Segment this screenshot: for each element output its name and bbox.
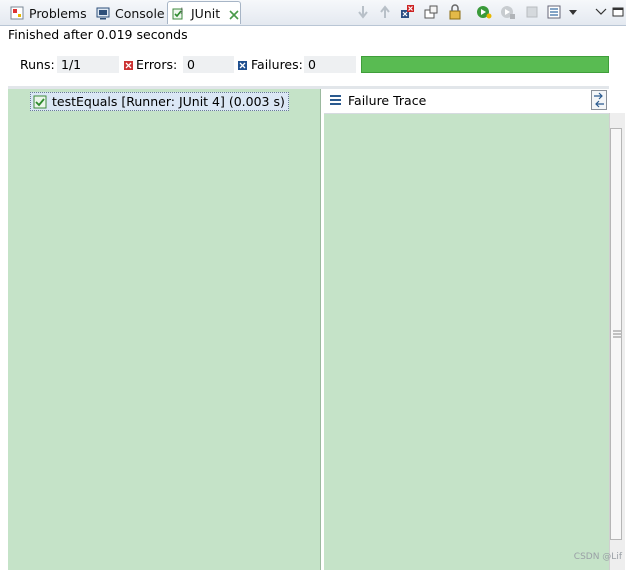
tab-problems[interactable]: Problems (10, 2, 87, 24)
show-failures-only-icon[interactable] (399, 4, 415, 20)
rerun-test-icon[interactable] (476, 4, 492, 20)
failure-trace-header: Failure Trace (324, 89, 609, 114)
tab-console-label: Console (115, 5, 165, 21)
progress-bar (361, 56, 609, 73)
failures-label: Failures: (251, 57, 303, 72)
failure-trace-pane[interactable] (324, 89, 609, 570)
runs-value: 1/1 (57, 56, 119, 73)
list-item[interactable]: testEquals [Runner: JUnit 4] (0.003 s) (30, 92, 289, 111)
tab-junit-label: JUnit (191, 5, 221, 21)
tab-console[interactable]: Console (96, 2, 165, 24)
errors-value: 0 (183, 56, 234, 73)
stop-icon[interactable] (524, 4, 540, 20)
test-tree-pane[interactable] (8, 89, 321, 570)
tab-problems-label: Problems (29, 5, 87, 21)
minimize-icon[interactable] (593, 4, 609, 20)
runs-label: Runs: (20, 57, 55, 72)
errors-label: Errors: (136, 57, 178, 72)
stack-trace-icon (329, 94, 342, 107)
failure-icon (238, 59, 247, 70)
test-passed-icon (33, 95, 47, 109)
rerun-failed-first-icon[interactable] (500, 4, 516, 20)
previous-failure-icon[interactable] (377, 4, 393, 20)
maximize-icon[interactable] (612, 4, 624, 20)
close-tab-icon[interactable] (229, 8, 239, 20)
problems-icon (10, 6, 24, 20)
svg-text:J: J (180, 7, 183, 14)
compare-result-icon[interactable] (591, 90, 607, 110)
tab-junit[interactable]: J JUnit (167, 1, 241, 24)
status-message: Finished after 0.019 seconds (8, 27, 188, 42)
dropdown-arrow-icon[interactable] (568, 4, 578, 20)
progress-fill (362, 57, 608, 72)
scrollbar-thumb[interactable] (610, 128, 622, 540)
error-icon (124, 59, 133, 70)
failure-trace-title: Failure Trace (348, 93, 427, 108)
scroll-lock-icon[interactable] (423, 4, 439, 20)
lock-icon[interactable] (447, 4, 463, 20)
console-icon (96, 6, 110, 20)
view-tab-bar: Problems Console J JUnit (0, 0, 626, 26)
next-failure-icon[interactable] (355, 4, 371, 20)
failures-value: 0 (304, 56, 356, 73)
test-history-icon[interactable] (546, 4, 562, 20)
watermark: CSDN @Lif (573, 552, 622, 562)
test-item-label: testEquals [Runner: JUnit 4] (0.003 s) (52, 94, 285, 109)
junit-icon: J (172, 6, 186, 20)
